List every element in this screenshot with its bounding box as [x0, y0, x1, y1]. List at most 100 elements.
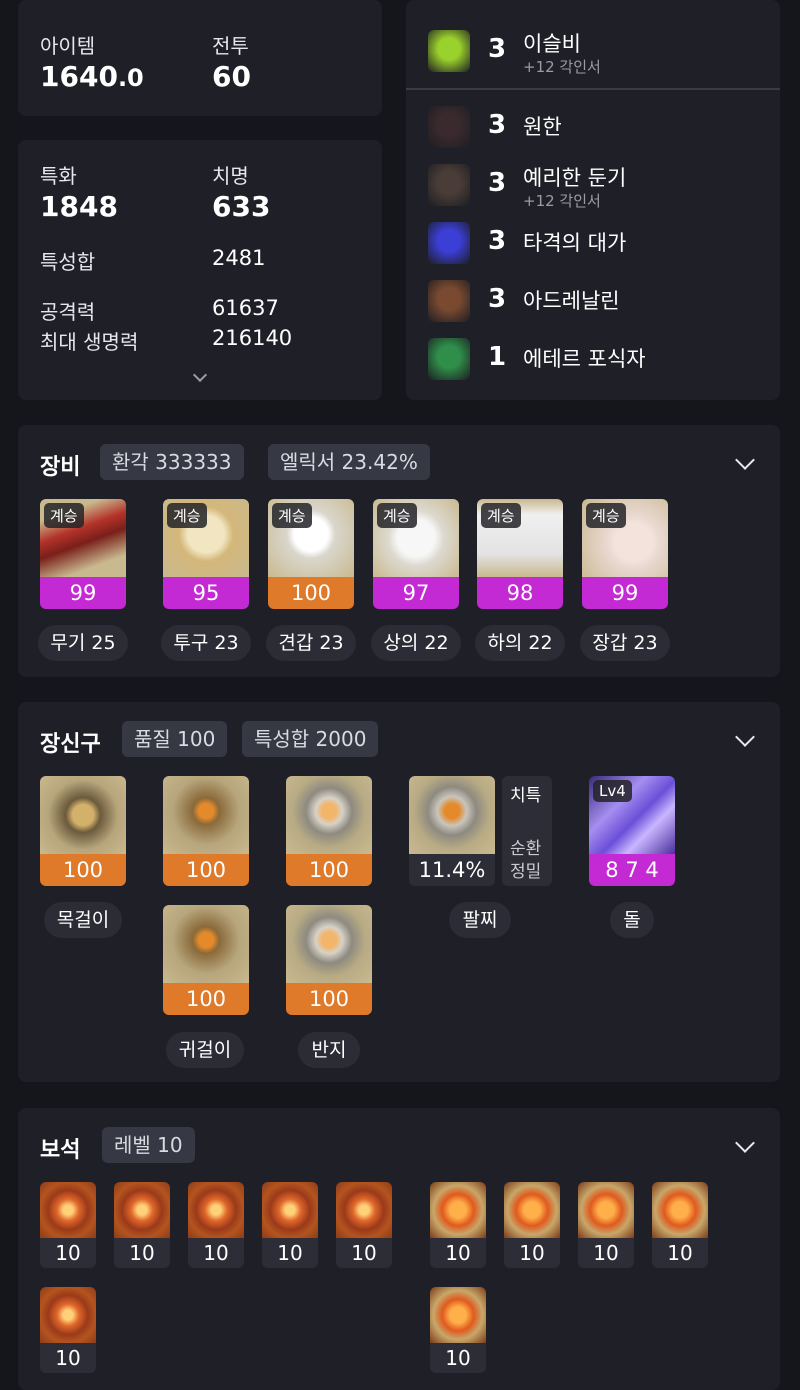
equipment-slot[interactable]: 계승 95	[163, 499, 249, 609]
ability-stone-slot[interactable]: Lv4 8 7 4	[589, 776, 675, 886]
crit-value: 633	[212, 190, 271, 223]
gem-slot[interactable]: 10	[40, 1182, 96, 1268]
equipment-quality: 95	[163, 577, 249, 609]
gem-level: 10	[40, 1238, 96, 1268]
equipment-title: 장비	[40, 455, 81, 480]
spiked-ball-icon	[428, 164, 470, 206]
gem-level: 10	[114, 1238, 170, 1268]
equipment-quality: 99	[582, 577, 668, 609]
engraving-row[interactable]: 3 이슬비 +12 각인서	[428, 30, 768, 76]
equipment-slot[interactable]: 계승 99	[40, 499, 126, 609]
gem-slot[interactable]: 10	[336, 1182, 392, 1268]
necklace-quality: 100	[40, 854, 126, 886]
equipment-slot-label: 하의 22	[475, 625, 565, 661]
earring-icon	[163, 776, 249, 854]
stone-label: 돌	[610, 902, 654, 938]
engraving-level: 3	[488, 34, 507, 64]
ring-quality-1: 100	[286, 854, 372, 886]
cooldown-gem-icon	[430, 1182, 486, 1238]
stone-value: 8 7 4	[589, 854, 675, 886]
item-level-panel: 아이템 1640.0 전투 60	[18, 0, 382, 116]
gem-slot[interactable]: 10	[578, 1182, 634, 1268]
warrior-icon	[428, 280, 470, 322]
equipment-quality: 97	[373, 577, 459, 609]
spec-label: 특화	[40, 164, 77, 188]
equipment-collapse-chevron-icon[interactable]	[735, 450, 755, 470]
damage-gem-icon	[262, 1182, 318, 1238]
quality-pill: 품질 100	[122, 721, 228, 757]
elixir-pill: 엘릭서 23.42%	[268, 444, 430, 480]
gem-level: 10	[430, 1343, 486, 1373]
necklace-slot[interactable]: 100	[40, 776, 126, 886]
equipment-quality: 100	[268, 577, 354, 609]
engraving-row[interactable]: 3 예리한 둔기 +12 각인서	[428, 164, 768, 210]
attack-value: 61637	[212, 296, 279, 320]
engraving-row[interactable]: 3 원한	[428, 106, 768, 152]
equipment-slot-label: 무기 25	[38, 625, 128, 661]
inheritance-tag: 계승	[377, 503, 417, 528]
bracelet-stat-3: 정밀	[510, 862, 542, 882]
engraving-row[interactable]: 3 아드레날린	[428, 280, 768, 326]
bracelet-stats-box: 치특 순환 정밀	[502, 776, 552, 886]
equipment-slot[interactable]: 계승 100	[268, 499, 354, 609]
bracelet-value: 11.4%	[409, 854, 495, 886]
stats-panel: 특화 1848 치명 633 특성합 2481 공격력 61637 최대 생명력…	[18, 140, 382, 400]
gem-slot[interactable]: 10	[188, 1182, 244, 1268]
stone-level-tag: Lv4	[593, 780, 632, 802]
earring-quality-2: 100	[163, 983, 249, 1015]
ring-label: 반지	[298, 1032, 360, 1068]
equipment-slot[interactable]: 계승 99	[582, 499, 668, 609]
engraving-row[interactable]: 1 에테르 포식자	[428, 338, 768, 384]
equipment-slot[interactable]: 계승 97	[373, 499, 459, 609]
equipment-slot[interactable]: 계승 98	[477, 499, 563, 609]
equipment-slot-label: 투구 23	[161, 625, 251, 661]
engraving-level: 3	[488, 110, 507, 140]
engraving-name: 원한	[523, 115, 562, 139]
engraving-level: 1	[488, 342, 507, 372]
spec-value: 1848	[40, 190, 118, 223]
inheritance-tag: 계승	[481, 503, 521, 528]
earring-slot-1[interactable]: 100	[163, 776, 249, 886]
gem-slot[interactable]: 10	[262, 1182, 318, 1268]
damage-gem-icon	[40, 1182, 96, 1238]
item-level-main: 1640	[40, 60, 118, 93]
engraving-row[interactable]: 3 타격의 대가	[428, 222, 768, 268]
engraving-name: 아드레날린	[523, 289, 620, 313]
earring-icon	[163, 905, 249, 983]
ring-quality-2: 100	[286, 983, 372, 1015]
accessories-collapse-chevron-icon[interactable]	[735, 727, 755, 747]
gem-slot[interactable]: 10	[40, 1287, 96, 1373]
gem-level: 10	[578, 1238, 634, 1268]
ether-hand-icon	[428, 338, 470, 380]
stat-sum-pill: 특성합 2000	[242, 721, 379, 757]
engravings-divider	[406, 88, 780, 90]
attack-label: 공격력	[40, 300, 96, 324]
gem-slot[interactable]: 10	[430, 1182, 486, 1268]
combat-level-label: 전투	[212, 34, 249, 58]
ring-slot-1[interactable]: 100	[286, 776, 372, 886]
max-hp-value: 216140	[212, 326, 293, 350]
expand-stats-chevron-icon[interactable]	[192, 367, 208, 383]
necklace-icon	[40, 776, 126, 854]
bracelet-label: 팔찌	[449, 902, 511, 938]
gem-level: 10	[40, 1343, 96, 1373]
item-level-label: 아이템	[40, 34, 96, 58]
bracelet-slot[interactable]: 11.4%	[409, 776, 495, 886]
lightning-strike-icon	[428, 222, 470, 264]
rain-umbrella-icon	[428, 30, 470, 72]
gem-slot[interactable]: 10	[430, 1287, 486, 1373]
gem-slot[interactable]: 10	[114, 1182, 170, 1268]
gems-collapse-chevron-icon[interactable]	[735, 1133, 755, 1153]
engraving-level: 3	[488, 284, 507, 314]
gem-slot[interactable]: 10	[504, 1182, 560, 1268]
equipment-slot-label: 견갑 23	[266, 625, 356, 661]
ring-slot-2[interactable]: 100	[286, 905, 372, 1015]
engraving-book-bonus: +12 각인서	[523, 192, 601, 210]
demon-icon	[428, 106, 470, 148]
accessories-title: 장신구	[40, 732, 101, 757]
earring-slot-2[interactable]: 100	[163, 905, 249, 1015]
damage-gem-icon	[40, 1287, 96, 1343]
gem-slot[interactable]: 10	[652, 1182, 708, 1268]
engraving-level: 3	[488, 168, 507, 198]
inheritance-tag: 계승	[167, 503, 207, 528]
